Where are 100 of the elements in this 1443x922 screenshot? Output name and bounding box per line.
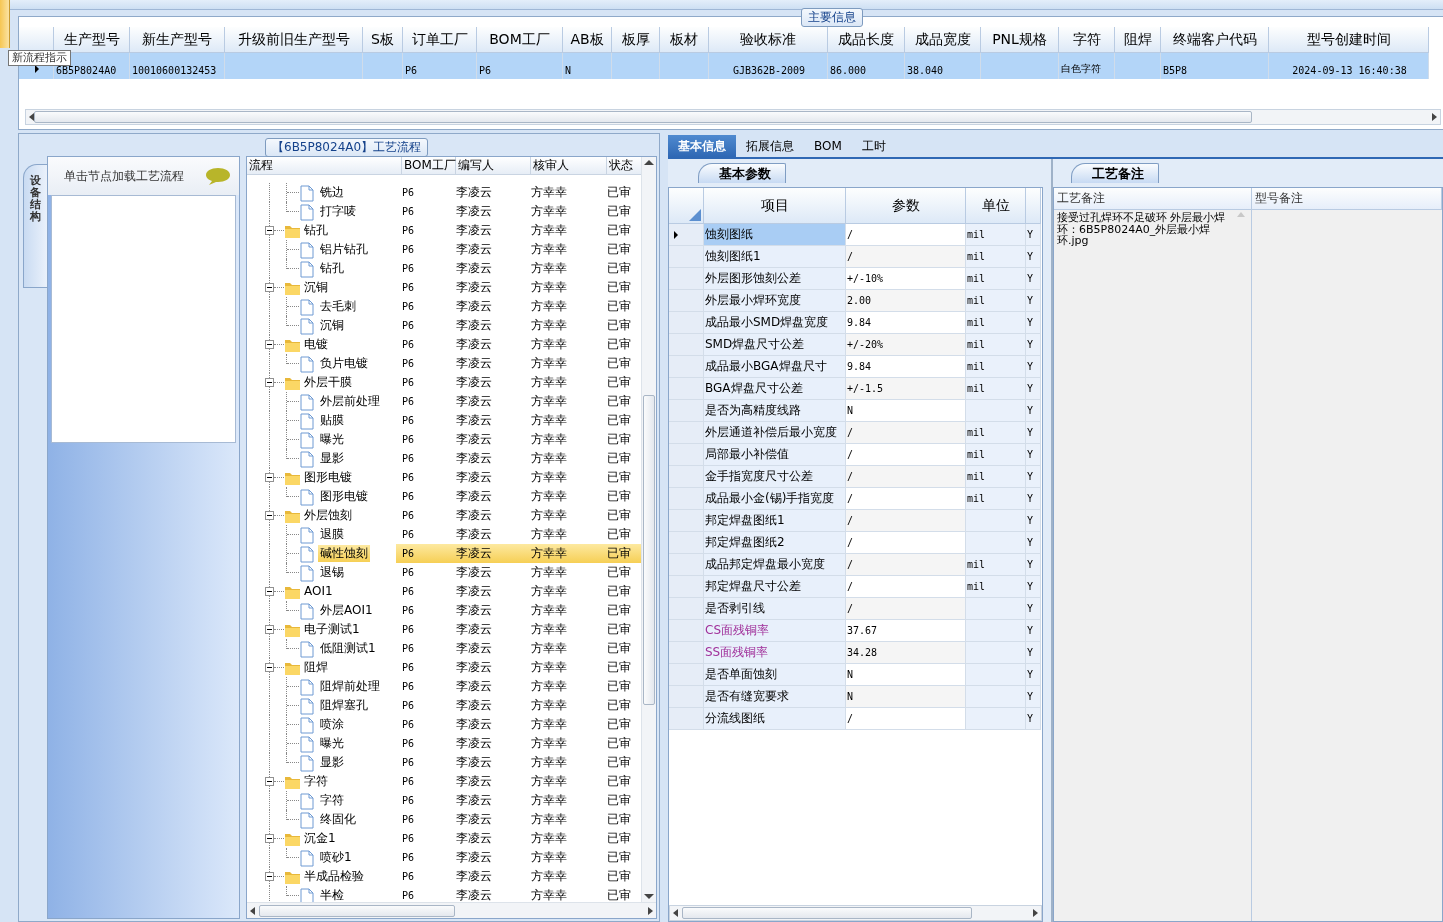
table-cell: Y bbox=[1026, 334, 1041, 356]
table-cell: 邦定焊盘尺寸公差 bbox=[704, 576, 846, 598]
table-cell: Y bbox=[1026, 598, 1041, 620]
table-cell-text: 已审 bbox=[606, 621, 632, 638]
table-cell: 方幸幸 bbox=[525, 544, 601, 563]
table-cell-text: 方幸幸 bbox=[530, 374, 568, 391]
table-cell-text: P6 bbox=[401, 452, 416, 466]
table-cell-text: 已审 bbox=[606, 678, 632, 695]
table-cell-text: P6 bbox=[401, 319, 416, 333]
table-cell-text: P6 bbox=[401, 870, 416, 884]
table-cell: Y bbox=[1026, 378, 1041, 400]
table-cell: 蚀刻图纸1 bbox=[704, 246, 846, 268]
table-cell-text: P6 bbox=[401, 300, 416, 314]
table-cell: / bbox=[846, 598, 966, 620]
tree-label: 外层干膜 bbox=[303, 374, 353, 391]
table-cell-text: 李凌云 bbox=[455, 393, 493, 410]
table-cell-text: 已审 bbox=[606, 659, 632, 676]
table-cell-text: 李凌云 bbox=[455, 621, 493, 638]
table-cell-text: P6 bbox=[401, 718, 416, 732]
table-cell: Y bbox=[1026, 268, 1041, 290]
table-cell-text: 李凌云 bbox=[455, 640, 493, 657]
table-cell-text: 方幸幸 bbox=[530, 659, 568, 676]
table-cell-text: 方幸幸 bbox=[530, 697, 568, 714]
tree-label: AOI1 bbox=[303, 583, 334, 600]
tree-label: 钻孔 bbox=[319, 260, 345, 277]
table-cell-text: 已审 bbox=[606, 241, 632, 258]
tree-label: 外层AOI1 bbox=[319, 602, 374, 619]
table-cell-text: 李凌云 bbox=[455, 754, 493, 771]
table-cell-text: 李凌云 bbox=[455, 811, 493, 828]
table-cell-text: P6 bbox=[401, 433, 416, 447]
table-cell: P6 bbox=[403, 53, 477, 79]
table-cell-text: P6 bbox=[401, 205, 416, 219]
table-cell: 分流线图纸 bbox=[704, 708, 846, 730]
table-cell: 邦定焊盘图纸1 bbox=[704, 510, 846, 532]
table-cell-text: 已审 bbox=[606, 773, 632, 790]
table-cell: 是否为高精度线路 bbox=[704, 400, 846, 422]
table-cell: 2.00 bbox=[846, 290, 966, 312]
table-cell: 成品邦定焊盘最小宽度 bbox=[704, 554, 846, 576]
table-cell-text: 方幸幸 bbox=[530, 526, 568, 543]
table-cell-text: 李凌云 bbox=[455, 317, 493, 334]
tree-label: 贴膜 bbox=[319, 412, 345, 429]
table-cell-text: 已审 bbox=[606, 697, 632, 714]
table-cell-text: 方幸幸 bbox=[530, 507, 568, 524]
table-cell-text: 李凌云 bbox=[455, 849, 493, 866]
table-cell: Y bbox=[1026, 466, 1041, 488]
table-cell-text: P6 bbox=[401, 224, 416, 238]
table-cell: Y bbox=[1026, 356, 1041, 378]
table-cell-text: 方幸幸 bbox=[530, 431, 568, 448]
tree-label: 碱性蚀刻 bbox=[318, 545, 370, 562]
table-cell-text: 方幸幸 bbox=[530, 868, 568, 885]
table-cell-text: 已审 bbox=[606, 526, 632, 543]
table-cell: 蚀刻图纸 bbox=[704, 224, 846, 246]
tree-label: 电镀 bbox=[303, 336, 329, 353]
table-cell-text: P6 bbox=[401, 262, 416, 276]
tooltip: 新流程指示 bbox=[8, 50, 71, 66]
table-cell-text: 已审 bbox=[606, 754, 632, 771]
table-cell-text: P6 bbox=[401, 338, 416, 352]
table-cell: Y bbox=[1026, 554, 1041, 576]
table-cell-text: 已审 bbox=[606, 887, 632, 902]
tree-label: 阻焊前处理 bbox=[319, 678, 381, 695]
table-cell-text: P6 bbox=[401, 661, 416, 675]
table-cell: +/-10% bbox=[846, 268, 966, 290]
table-cell-text: 方幸幸 bbox=[530, 564, 568, 581]
table-cell: N bbox=[846, 400, 966, 422]
table-cell: mil bbox=[966, 312, 1026, 334]
table-cell: +/-1.5 bbox=[846, 378, 966, 400]
table-cell: Y bbox=[1026, 224, 1041, 246]
table-cell-text: 已审 bbox=[606, 640, 632, 657]
table-cell-text: 李凌云 bbox=[455, 203, 493, 220]
table-cell: 邦定焊盘图纸2 bbox=[704, 532, 846, 554]
table-cell-text: P6 bbox=[401, 851, 416, 865]
table-cell: / bbox=[846, 510, 966, 532]
table-cell-text: 方幸幸 bbox=[530, 203, 568, 220]
tree-label: 半成品检验 bbox=[303, 868, 365, 885]
table-cell: 成品最小BGA焊盘尺寸 bbox=[704, 356, 846, 378]
tree-label: 字符 bbox=[319, 792, 345, 809]
table-cell: mil bbox=[966, 246, 1026, 268]
table-cell-text: P6 bbox=[401, 737, 416, 751]
table-cell: 成品最小金(锡)手指宽度 bbox=[704, 488, 846, 510]
table-cell: Y bbox=[1026, 642, 1041, 664]
table-cell: / bbox=[846, 422, 966, 444]
table-cell-text: 已审 bbox=[606, 716, 632, 733]
tree-label: 半检 bbox=[319, 887, 345, 902]
table-cell: mil bbox=[966, 224, 1026, 246]
table-cell-text: 方幸幸 bbox=[530, 735, 568, 752]
table-cell-text: 方幸幸 bbox=[530, 184, 568, 201]
table-cell-text: 方幸幸 bbox=[530, 887, 568, 902]
table-cell: GJB362B-2009 bbox=[709, 53, 828, 79]
table-cell-text: P6 bbox=[401, 281, 416, 295]
table-cell: 2024-09-13 16:40:38 bbox=[1269, 53, 1429, 79]
table-cell: N bbox=[846, 686, 966, 708]
table-cell: mil bbox=[966, 356, 1026, 378]
tree-label: 低阻测试1 bbox=[319, 640, 377, 657]
table-cell-text: 已审 bbox=[606, 811, 632, 828]
table-cell: 34.28 bbox=[846, 642, 966, 664]
table-cell: 成品最小SMD焊盘宽度 bbox=[704, 312, 846, 334]
table-cell-text: 方幸幸 bbox=[530, 336, 568, 353]
table-cell-text: P6 bbox=[401, 775, 416, 789]
table-cell: 外层通道补偿后最小宽度 bbox=[704, 422, 846, 444]
table-cell: BGA焊盘尺寸公差 bbox=[704, 378, 846, 400]
